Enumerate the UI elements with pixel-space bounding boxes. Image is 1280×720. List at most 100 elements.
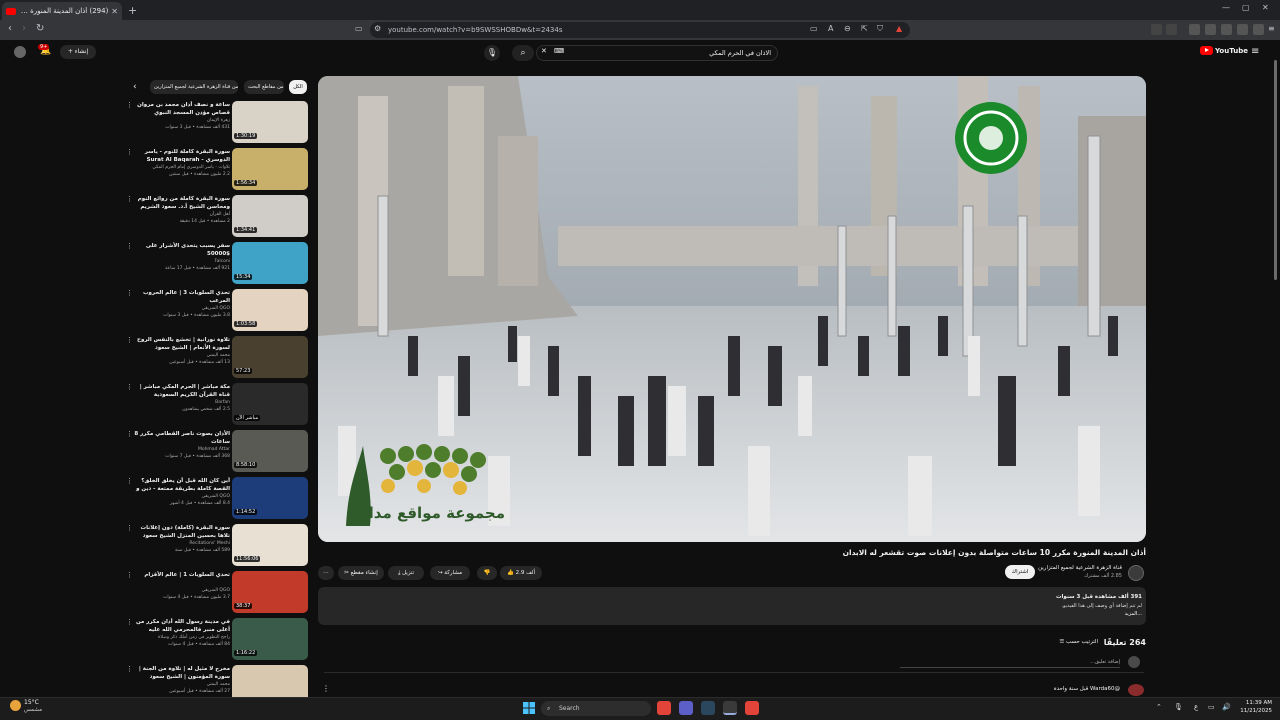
video-player[interactable]: مجموعة مواقع مداد <box>318 76 1146 542</box>
channel-avatar[interactable] <box>1128 565 1144 581</box>
recommendation-meta: 431 ألف مشاهدة • قبل 3 سنوات <box>165 125 230 130</box>
more-options-icon[interactable]: ⋮ <box>126 524 133 532</box>
guide-menu-icon[interactable]: ≡ <box>1251 46 1259 57</box>
chip-all[interactable]: الكل <box>289 80 307 94</box>
zoom-icon[interactable]: ⊖ <box>844 24 851 33</box>
more-options-icon[interactable]: ⋮ <box>126 242 133 250</box>
volume-tray-icon[interactable]: 🔊 <box>1222 703 1231 711</box>
search-button[interactable]: ⌕ <box>512 45 534 61</box>
brave-taskbar-icon[interactable] <box>657 701 671 715</box>
recommendation-channel: Falconi <box>214 259 230 264</box>
comment-author[interactable]: @Warda60 قبل سنة واحدة <box>1000 686 1120 692</box>
more-options-icon[interactable]: ⋮ <box>126 665 133 673</box>
duration-badge: مباشر الآن <box>234 415 261 421</box>
chip-search[interactable]: من مقاطع البحث <box>244 80 284 94</box>
close-window-icon[interactable]: ✕ <box>1262 3 1269 12</box>
more-options-icon[interactable]: ⋮ <box>126 101 133 109</box>
recommendation-title: تحدي السلوبات 3 | عالم الحروب المرعب <box>142 290 230 304</box>
more-options-icon[interactable]: ⋮ <box>126 289 133 297</box>
clock-date[interactable]: 11/21/2025 <box>1232 708 1272 714</box>
clear-search-icon[interactable]: ✕ <box>541 47 547 55</box>
youtube-logo[interactable]: YouTube <box>1200 46 1248 55</box>
translate-icon[interactable]: A <box>828 24 833 33</box>
forward-icon[interactable]: › <box>22 23 26 34</box>
taskbar-search[interactable]: ⌕ Search <box>541 701 651 716</box>
bookmark-icon[interactable]: ▭ <box>355 24 363 33</box>
extensions-icon[interactable] <box>1221 24 1232 35</box>
keyboard-icon[interactable]: ⌨ <box>554 47 564 55</box>
share-button[interactable]: ↪ مشاركة <box>430 566 470 580</box>
scrollbar-thumb[interactable] <box>1274 60 1277 280</box>
network-tray-icon[interactable]: ▭ <box>1208 703 1215 711</box>
weather-sun-icon[interactable] <box>10 700 21 711</box>
language-tray-icon[interactable]: ع <box>1194 703 1198 711</box>
tray-chevron-icon[interactable]: ⌃ <box>1156 703 1162 711</box>
windows-start-icon[interactable] <box>523 702 535 714</box>
more-options-icon[interactable]: ⋮ <box>126 477 133 485</box>
mic-tray-icon[interactable]: 🎙 <box>1174 703 1183 711</box>
url-text: youtube.com/watch?v=b9SWSSHOBDw&t=2434s <box>388 26 563 34</box>
cast-icon[interactable]: ▭ <box>810 24 818 33</box>
show-more-link[interactable]: ...المزيد <box>318 611 1142 617</box>
more-options-icon[interactable]: ⋮ <box>126 618 133 626</box>
share-page-icon[interactable]: ⇱ <box>861 24 868 33</box>
brave-rewards-icon[interactable]: ▲ <box>896 24 902 33</box>
subscribe-button[interactable]: اشتراك <box>1005 565 1035 579</box>
more-options-icon[interactable]: ⋮ <box>126 383 133 391</box>
recommendation-channel: QGO الشريقي <box>201 494 230 499</box>
avatar[interactable] <box>14 46 26 58</box>
maximize-icon[interactable]: ▢ <box>1242 3 1250 12</box>
extension-icon[interactable] <box>1166 24 1177 35</box>
channel-name[interactable]: قناة الزهرة الشرعية لجميع المتزارين <box>1020 565 1122 571</box>
extension-icon[interactable] <box>1151 24 1162 35</box>
add-comment-input[interactable]: إضافة تعليق... <box>900 659 1120 668</box>
search-input[interactable]: الاذان في الحرم المكي <box>536 45 778 61</box>
youtube-favicon-icon <box>6 7 16 15</box>
app-taskbar-icon[interactable] <box>723 701 737 715</box>
more-options-icon[interactable]: ⋮ <box>126 195 133 203</box>
weather-temperature[interactable]: 15°C <box>24 699 39 706</box>
chip-channel[interactable]: من قناة الزهرة الشرعية لجميع المتزارين <box>150 80 238 94</box>
create-button[interactable]: + إنشاء <box>60 45 96 59</box>
steam-taskbar-icon[interactable] <box>701 701 715 715</box>
wallet-icon[interactable] <box>1237 24 1248 35</box>
more-options-icon[interactable]: ⋮ <box>126 571 133 579</box>
more-options-icon[interactable]: ⋮ <box>126 336 133 344</box>
sidebar-icon[interactable] <box>1205 24 1216 35</box>
chips-scroll-left-icon[interactable]: ‹ <box>133 82 137 92</box>
back-icon[interactable]: ‹ <box>8 23 12 34</box>
clock-time[interactable]: 11:39 AM <box>1232 700 1272 706</box>
minimize-icon[interactable]: — <box>1222 3 1230 12</box>
taskbar-search-label: Search <box>559 705 580 712</box>
more-actions-button[interactable]: ⋯ <box>318 566 334 580</box>
like-count[interactable]: 2.9 ألف <box>516 570 535 576</box>
browser-tab[interactable]: (294) أذان المدينة المنورة مكرر ✕ <box>2 2 122 20</box>
youtube-play-icon <box>1200 46 1213 55</box>
more-options-icon[interactable]: ⋮ <box>126 148 133 156</box>
weather-description[interactable]: مشمس <box>24 707 42 713</box>
download-button[interactable]: ⤓ تنزيل <box>388 566 424 580</box>
brave-beta-taskbar-icon[interactable] <box>745 701 759 715</box>
sort-comments-button[interactable]: الترتيب حسب ☰ <box>1040 639 1098 645</box>
browser-menu-icon[interactable]: ≡ <box>1268 24 1275 33</box>
profile-icon[interactable] <box>1253 24 1264 35</box>
thumbs-down-icon[interactable]: 👎 <box>477 566 497 580</box>
discord-taskbar-icon[interactable] <box>679 701 693 715</box>
brave-shields-icon[interactable]: ⛉ <box>877 24 883 34</box>
recommendation-title: مخرج لا مثيل له | تلاوة من الجنة | سورة … <box>138 666 230 680</box>
close-tab-icon[interactable]: ✕ <box>111 7 118 16</box>
commenter-avatar[interactable] <box>1128 684 1144 696</box>
clip-button[interactable]: ✂ إنشاء مقطع <box>338 566 384 580</box>
more-options-icon[interactable]: ⋮ <box>126 430 133 438</box>
recommendation-meta: 2 مشاهدة • قبل 14 دقيقة <box>179 219 230 224</box>
media-icon[interactable] <box>1189 24 1200 35</box>
recommendation-meta: 921 ألف مشاهدة • قبل 17 ساعة <box>165 266 230 271</box>
recommendation-meta: 2.2 مليون مشاهدة • قبل سنتين <box>169 172 230 177</box>
new-tab-button[interactable]: + <box>128 4 137 17</box>
reload-icon[interactable]: ↻ <box>36 23 44 34</box>
site-info-icon[interactable]: ⚙ <box>374 24 381 33</box>
comment-menu-icon[interactable]: ⋮ <box>322 684 330 693</box>
voice-search-icon[interactable]: 🎙 <box>484 45 500 61</box>
duration-badge: 1:34:41 <box>234 227 258 233</box>
thumbs-up-icon[interactable]: 👍 <box>507 570 514 576</box>
